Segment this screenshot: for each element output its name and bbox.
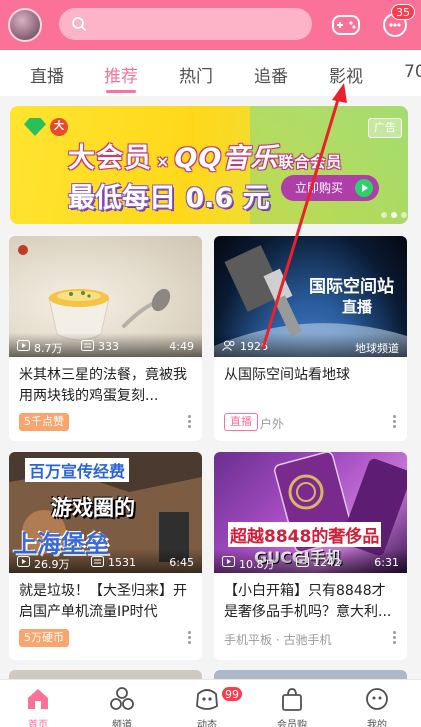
video-duration: 6:45 — [169, 556, 194, 569]
ad-label: 广告 — [368, 118, 402, 138]
carousel-dot — [401, 212, 407, 218]
play-count-icon — [222, 556, 235, 567]
tab-hot[interactable]: 热门 — [179, 62, 213, 87]
view-count: 26.9万 — [34, 558, 70, 571]
thumb-subtitle: 直播 — [342, 298, 373, 316]
video-meta: 26.9万 1531 6:45 — [9, 549, 202, 573]
tab-70[interactable]: 70 — [404, 62, 421, 82]
category-tabs: 直播 推荐 热门 追番 影视 70 — [0, 50, 421, 96]
ad-banner[interactable]: 大 大会员 × QQ音乐联合会员 最低每日 0.6 元 立即购买 广告 — [10, 106, 408, 224]
coin-chip: 5万硬币 — [19, 629, 69, 647]
dynamic-icon — [196, 689, 218, 710]
danmaku-count: 333 — [98, 340, 119, 353]
message-badge: 35 — [391, 4, 415, 20]
nav-mine-label: 我的 — [367, 720, 387, 727]
video-meta: 8.7万 333 4:49 — [9, 333, 202, 357]
buy-now-button[interactable]: 立即购买 — [281, 175, 379, 201]
like-chip: 5千点赞 — [19, 413, 69, 431]
nav-dynamic-label: 动态 — [197, 720, 217, 727]
video-meta: 10.8万 1242 6:31 — [214, 549, 407, 573]
nav-home[interactable]: 首页 — [8, 680, 68, 727]
banner-joint-text: 联合会员 — [278, 153, 343, 171]
tab-live[interactable]: 直播 — [30, 62, 64, 87]
more-options-icon[interactable] — [393, 631, 397, 645]
video-title: 从国际空间站看地球 — [224, 367, 350, 383]
nav-home-label: 首页 — [28, 720, 48, 727]
video-title: 就是垃圾！【大圣归来】开启国产单机流量IP时代 — [19, 583, 187, 620]
thumb-title: 国际空间站 — [309, 277, 394, 297]
banner-price: 最低每日 0.6 元 — [68, 183, 270, 214]
channel-name: 地球频道 — [355, 342, 399, 355]
nav-vip-shop[interactable]: 会员购 — [262, 680, 322, 727]
tab-film[interactable]: 影视 — [329, 62, 363, 87]
shopping-bag-icon — [282, 688, 302, 711]
video-card[interactable]: 超越8848的奢侈品 GUCCI手机 10.8万 1242 6:31 【小白开箱… — [214, 452, 407, 660]
video-card[interactable]: 国际空间站 直播 1926 地球频道 从国际空间站看地球 直播 户外 — [214, 236, 407, 441]
diamond-icon — [24, 118, 46, 136]
video-duration: 4:49 — [169, 340, 194, 353]
viewer-count: 1926 — [240, 340, 268, 353]
video-card[interactable]: 百万宣传经费 游戏圈的 上海堡垒 26.9万 1531 6:45 就是垃圾！【大… — [9, 452, 202, 660]
banner-vip-text: 大会员 — [68, 143, 152, 174]
search-icon — [72, 17, 86, 31]
thumb-banner: 百万宣传经费 — [25, 458, 130, 482]
video-title: 【小白开箱】只有8848才是奢侈品手机吗？意大利... — [224, 583, 392, 620]
nav-vip-shop-label: 会员购 — [277, 720, 307, 727]
dynamic-badge: 99 — [221, 686, 243, 702]
tab-anime[interactable]: 追番 — [254, 62, 288, 87]
search-input[interactable] — [59, 8, 312, 40]
bottom-nav: 首页 频道 动态 会员购 我的 — [0, 679, 421, 727]
more-options-icon[interactable] — [188, 631, 192, 645]
banner-qqmusic-text: QQ音乐 — [174, 143, 279, 174]
buy-now-label: 立即购买 — [295, 181, 344, 195]
channel-icon — [110, 687, 134, 710]
banner-headline: 大会员 × QQ音乐联合会员 — [68, 136, 342, 175]
thumb-title: 游戏圈的 — [51, 496, 135, 520]
more-options-icon[interactable] — [188, 415, 192, 429]
nav-channel[interactable]: 频道 — [92, 680, 152, 727]
home-icon — [28, 689, 48, 709]
gamepad-icon[interactable] — [331, 11, 361, 39]
carousel-dot-active — [391, 212, 397, 218]
nav-mine[interactable]: 我的 — [347, 680, 407, 727]
live-chip: 直播 — [224, 413, 258, 431]
danmaku-icon — [296, 556, 309, 567]
view-count: 10.8万 — [239, 558, 275, 571]
viewers-icon — [222, 340, 235, 351]
video-meta: 1926 地球频道 — [214, 333, 407, 357]
carousel-dot — [381, 212, 387, 218]
play-icon — [355, 179, 373, 197]
danmaku-count: 1242 — [313, 556, 341, 569]
video-title: 米其林三星的法餐，竟被我用两块钱的鸡蛋复刻... — [19, 367, 187, 404]
nav-channel-label: 频道 — [112, 720, 132, 727]
active-tab-indicator — [106, 90, 136, 93]
video-duration: 6:31 — [374, 556, 399, 569]
profile-icon — [366, 688, 388, 710]
top-bar — [0, 0, 421, 50]
play-count-icon — [17, 340, 30, 351]
category-label: 手机平板 · 古驰手机 — [224, 633, 332, 647]
more-options-icon[interactable] — [393, 415, 397, 429]
category-label: 户外 — [260, 417, 285, 431]
play-count-icon — [17, 556, 30, 567]
avatar[interactable] — [8, 8, 42, 42]
banner-times: × — [156, 152, 171, 171]
view-count: 8.7万 — [34, 342, 63, 355]
video-card[interactable]: 8.7万 333 4:49 米其林三星的法餐，竟被我用两块钱的鸡蛋复刻... 5… — [9, 236, 202, 441]
tab-recommend[interactable]: 推荐 — [104, 62, 138, 87]
danmaku-icon — [91, 556, 104, 567]
danmaku-count: 1531 — [108, 556, 136, 569]
danmaku-icon — [81, 340, 94, 351]
vip-tag: 大 — [50, 118, 68, 136]
